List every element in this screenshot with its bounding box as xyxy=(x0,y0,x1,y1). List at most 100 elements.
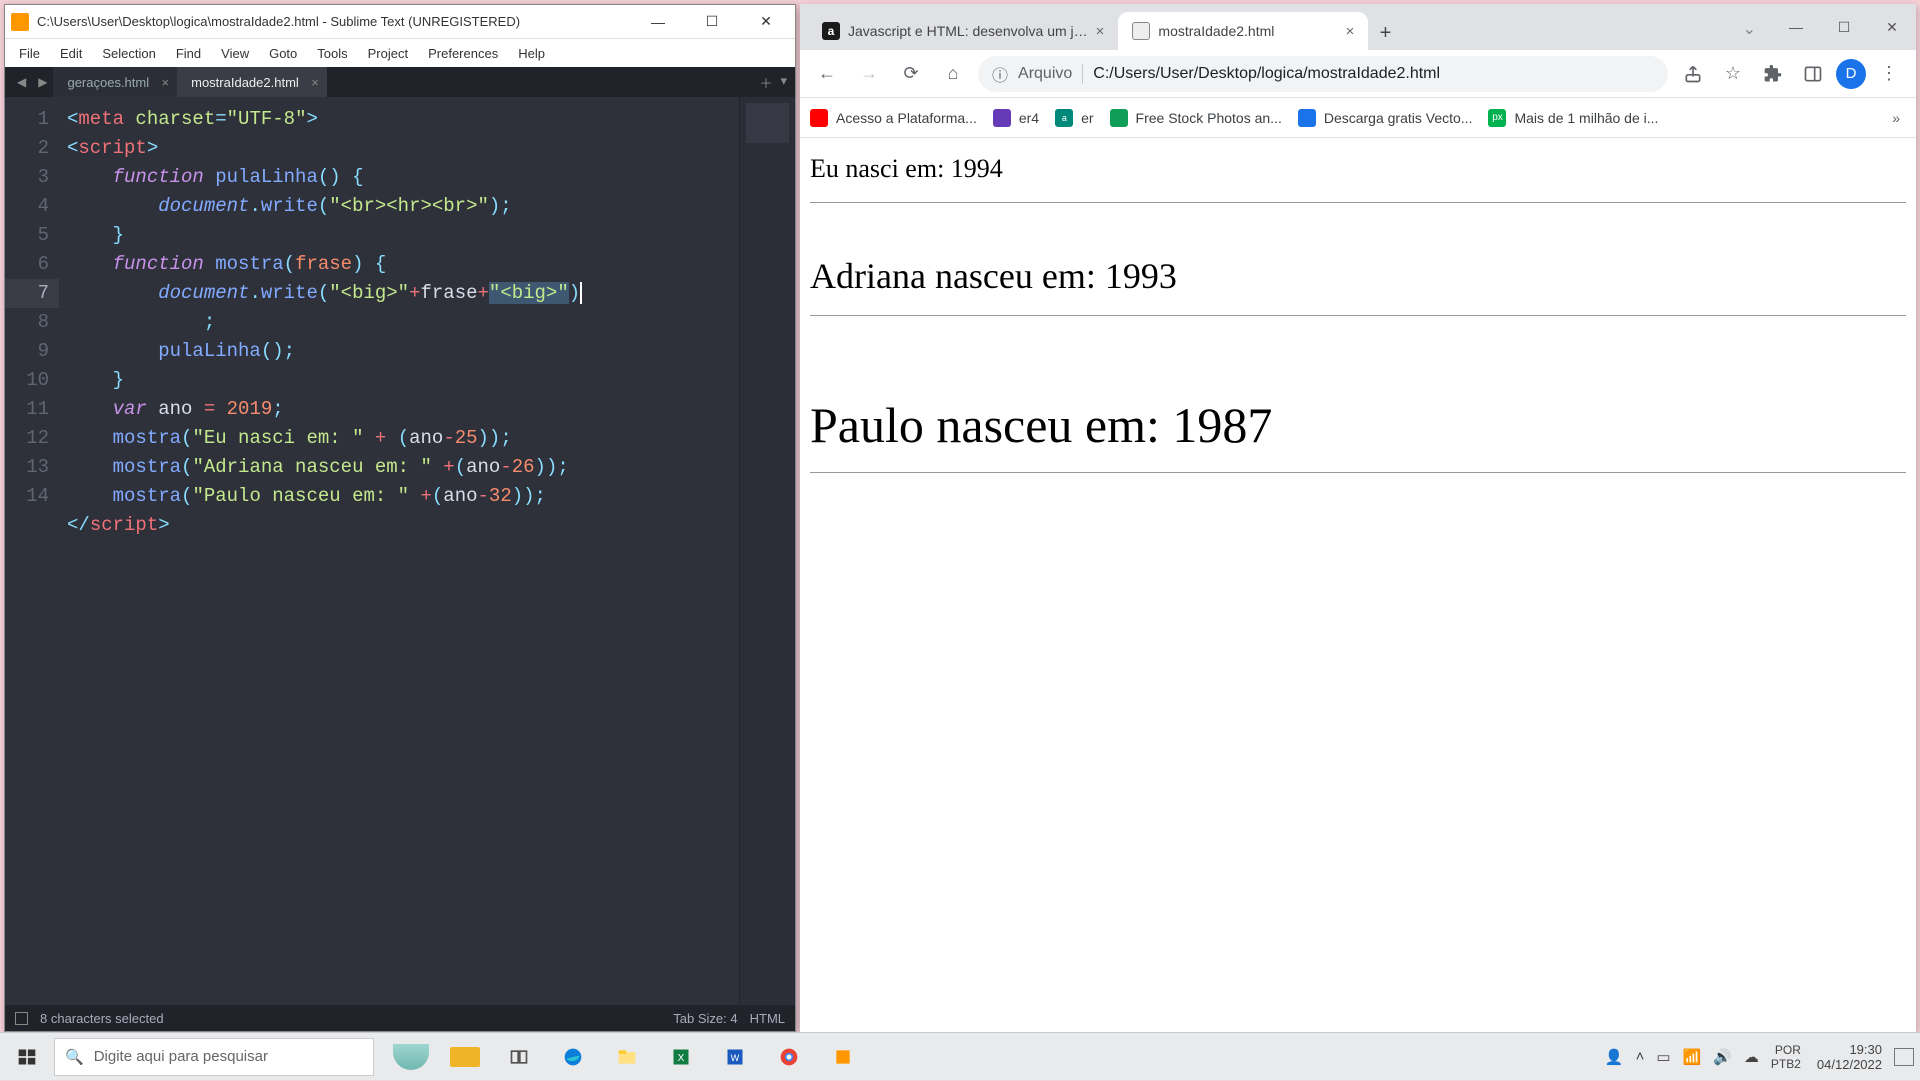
bookmark-item[interactable]: Descarga gratis Vecto... xyxy=(1298,109,1473,127)
profile-avatar-button[interactable]: D xyxy=(1836,59,1866,89)
tab-nav-back-icon[interactable]: ◀ xyxy=(11,75,32,89)
people-icon[interactable]: 👤 xyxy=(1605,1048,1624,1066)
bookmark-item[interactable]: er4 xyxy=(993,109,1039,127)
status-box-icon[interactable] xyxy=(15,1012,28,1025)
menu-edit[interactable]: Edit xyxy=(52,42,90,65)
minimize-button[interactable]: — xyxy=(1772,8,1820,46)
volume-icon[interactable]: 🔊 xyxy=(1713,1048,1732,1066)
minimap[interactable] xyxy=(739,97,795,1005)
task-view-button[interactable] xyxy=(494,1033,544,1081)
action-center-icon[interactable] xyxy=(1894,1048,1914,1066)
tray-overflow-icon[interactable]: ˄ xyxy=(1636,1048,1645,1065)
browser-viewport[interactable]: Eu nasci em: 1994 Adriana nasceu em: 199… xyxy=(800,138,1916,1032)
menu-help[interactable]: Help xyxy=(510,42,553,65)
taskbar-app-excel[interactable]: X xyxy=(656,1033,706,1081)
svg-text:W: W xyxy=(731,1053,740,1063)
bookmark-icon: a xyxy=(1055,109,1073,127)
forward-button[interactable]: → xyxy=(852,57,886,91)
system-tray[interactable]: 👤 ˄ ▭ 📶 🔊 ☁ POR PTB2 19:30 04/12/2022 xyxy=(1605,1042,1920,1072)
share-icon[interactable] xyxy=(1676,57,1710,91)
menu-find[interactable]: Find xyxy=(168,42,209,65)
minimize-button[interactable]: — xyxy=(635,5,681,39)
bookmark-item[interactable]: a er xyxy=(1055,109,1093,127)
sublime-window: C:\Users\User\Desktop\logica\mostraIdade… xyxy=(4,4,796,1032)
taskbar-app-chrome[interactable] xyxy=(764,1033,814,1081)
bookmark-item[interactable]: px Mais de 1 milhão de i... xyxy=(1488,109,1658,127)
menu-view[interactable]: View xyxy=(213,42,257,65)
menu-project[interactable]: Project xyxy=(360,42,416,65)
site-info-icon[interactable]: ⓘ xyxy=(992,62,1008,86)
chrome-tabstrip[interactable]: a Javascript e HTML: desenvolva um j… × … xyxy=(800,4,1916,50)
taskbar-app-sublime[interactable] xyxy=(818,1033,868,1081)
menu-goto[interactable]: Goto xyxy=(261,42,305,65)
status-tabsize[interactable]: Tab Size: 4 xyxy=(673,1011,737,1026)
bookmark-icon xyxy=(1298,109,1316,127)
tab-search-icon[interactable]: ⌄ xyxy=(1743,19,1756,39)
bookmarks-bar[interactable]: Acesso a Plataforma... er4 a er Free Sto… xyxy=(800,98,1916,138)
search-placeholder: Digite aqui para pesquisar xyxy=(94,1048,268,1065)
onedrive-icon[interactable]: ☁ xyxy=(1744,1048,1759,1066)
sublime-statusbar[interactable]: 8 characters selected Tab Size: 4 HTML xyxy=(5,1005,795,1031)
clock[interactable]: 19:30 04/12/2022 xyxy=(1817,1042,1882,1072)
chrome-tab-inactive[interactable]: a Javascript e HTML: desenvolva um j… × xyxy=(808,12,1118,50)
bookmark-item[interactable]: Free Stock Photos an... xyxy=(1110,109,1282,127)
home-button[interactable]: ⌂ xyxy=(936,57,970,91)
bookmark-star-icon[interactable]: ☆ xyxy=(1716,57,1750,91)
bookmark-item[interactable]: Acesso a Plataforma... xyxy=(810,109,977,127)
chrome-window: a Javascript e HTML: desenvolva um j… × … xyxy=(800,4,1916,1032)
tab-favicon-alura-icon: a xyxy=(822,22,840,40)
sublime-menubar[interactable]: File Edit Selection Find View Goto Tools… xyxy=(5,39,795,67)
wifi-icon[interactable]: 📶 xyxy=(1683,1048,1702,1066)
menu-file[interactable]: File xyxy=(11,42,48,65)
sublime-tabbar[interactable]: ◀ ▶ geraçoes.html × mostraIdade2.html × … xyxy=(5,67,795,97)
hr-divider xyxy=(810,202,1906,203)
tab-menu-icon[interactable]: ▾ xyxy=(780,73,787,92)
bookmarks-overflow-icon[interactable]: » xyxy=(1892,110,1906,126)
youtube-icon xyxy=(810,109,828,127)
tab-nav-fwd-icon[interactable]: ▶ xyxy=(32,75,53,89)
page-output-1: Eu nasci em: 1994 xyxy=(810,154,1906,184)
tab-close-icon[interactable]: × xyxy=(1096,23,1105,40)
close-button[interactable]: ✕ xyxy=(743,5,789,39)
start-button[interactable] xyxy=(0,1033,54,1081)
close-button[interactable]: ✕ xyxy=(1868,8,1916,46)
menu-tools[interactable]: Tools xyxy=(309,42,355,65)
tab-close-icon[interactable]: × xyxy=(311,75,319,90)
sublime-title: C:\Users\User\Desktop\logica\mostraIdade… xyxy=(37,14,627,29)
back-button[interactable]: ← xyxy=(810,57,844,91)
status-syntax[interactable]: HTML xyxy=(750,1011,785,1026)
tab-close-icon[interactable]: × xyxy=(162,75,170,90)
chrome-menu-icon[interactable]: ⋮ xyxy=(1872,57,1906,91)
battery-icon[interactable]: ▭ xyxy=(1656,1048,1670,1066)
bookmark-icon xyxy=(993,109,1011,127)
reload-button[interactable]: ⟳ xyxy=(894,57,928,91)
sublime-tab-inactive[interactable]: geraçoes.html × xyxy=(53,67,177,97)
tab-close-icon[interactable]: × xyxy=(1346,23,1355,40)
taskbar-search[interactable]: 🔍 Digite aqui para pesquisar xyxy=(54,1038,374,1076)
taskbar-news-icon[interactable] xyxy=(386,1033,436,1081)
new-tab-button[interactable]: + xyxy=(1368,16,1402,50)
windows-taskbar[interactable]: 🔍 Digite aqui para pesquisar X W 👤 ˄ ▭ xyxy=(0,1032,1920,1080)
search-icon: 🔍 xyxy=(65,1048,84,1066)
chrome-toolbar: ← → ⟳ ⌂ ⓘ Arquivo C:/Users/User/Desktop/… xyxy=(800,50,1916,98)
language-indicator[interactable]: POR PTB2 xyxy=(1771,1043,1801,1071)
code-area[interactable]: <meta charset="UTF-8"> <script> function… xyxy=(59,97,739,1005)
extensions-icon[interactable] xyxy=(1756,57,1790,91)
tab-add-icon[interactable]: ＋ xyxy=(759,73,772,92)
bookmark-icon xyxy=(1110,109,1128,127)
maximize-button[interactable]: ☐ xyxy=(689,5,735,39)
taskbar-app-edge[interactable] xyxy=(548,1033,598,1081)
sublime-tab-active[interactable]: mostraIdade2.html × xyxy=(177,67,327,97)
side-panel-icon[interactable] xyxy=(1796,57,1830,91)
sublime-titlebar[interactable]: C:\Users\User\Desktop\logica\mostraIdade… xyxy=(5,5,795,39)
menu-selection[interactable]: Selection xyxy=(94,42,163,65)
sublime-editor[interactable]: 1 2 3 4 5 6 7 8 9 10 11 12 13 14 <meta c… xyxy=(5,97,795,1005)
taskbar-app-word[interactable]: W xyxy=(710,1033,760,1081)
maximize-button[interactable]: ☐ xyxy=(1820,8,1868,46)
menu-preferences[interactable]: Preferences xyxy=(420,42,506,65)
sublime-app-icon xyxy=(11,13,29,31)
address-bar[interactable]: ⓘ Arquivo C:/Users/User/Desktop/logica/m… xyxy=(978,56,1668,92)
taskbar-news-icon-2[interactable] xyxy=(440,1033,490,1081)
chrome-tab-active[interactable]: mostraIdade2.html × xyxy=(1118,12,1368,50)
taskbar-app-explorer[interactable] xyxy=(602,1033,652,1081)
